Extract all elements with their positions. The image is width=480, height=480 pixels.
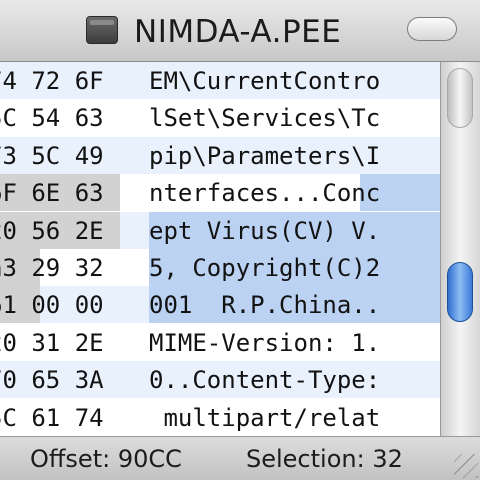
document-proxy-icon[interactable]	[86, 16, 118, 44]
ascii-text[interactable]: lSet\Services\Tc	[149, 101, 380, 135]
hex-bytes[interactable]: 61 00 00	[0, 288, 104, 322]
hex-content-area[interactable]: 74 72 6F EM\CurrentContro 5C 54 63 lSet\Ser…	[0, 62, 440, 436]
ascii-text[interactable]: ept Virus(CV) V.	[149, 214, 380, 248]
hex-row[interactable]: a3 29 32 5, Copyright(C)2	[0, 249, 440, 287]
hex-bytes[interactable]: 20 31 2E	[0, 326, 104, 360]
selection-readout: Selection: 32	[246, 445, 403, 473]
ascii-text[interactable]: MIME-Version: 1.	[149, 326, 380, 360]
window-title: NIMDA-A.PEE	[134, 14, 342, 50]
scrollbar-track-cap	[447, 68, 473, 128]
hex-row[interactable]: 74 72 6F EM\CurrentContro	[0, 62, 440, 100]
hex-row[interactable]: 61 00 00 001 R.P.China..	[0, 286, 440, 324]
hex-bytes[interactable]: 74 72 6F	[0, 64, 104, 98]
toolbar-toggle-button[interactable]	[407, 17, 457, 41]
offset-readout: Offset: 90CC	[30, 445, 182, 473]
hex-bytes[interactable]: 73 5C 49	[0, 139, 104, 173]
ascii-text[interactable]: EM\CurrentContro	[149, 64, 380, 98]
status-bar: Offset: 90CC Selection: 32	[0, 436, 480, 480]
hex-bytes[interactable]: 6F 6E 63	[0, 176, 104, 210]
hex-bytes[interactable]: 70 65 3A	[0, 363, 104, 397]
ascii-text[interactable]: nterfaces...Conc	[149, 176, 380, 210]
hex-row[interactable]: 5C 61 74 multipart/relat	[0, 398, 440, 436]
hex-editor-window: NIMDA-A.PEE 74 72 6FEM\CurrentContro5C 5…	[0, 0, 480, 480]
hex-row[interactable]: 73 5C 49 pip\Parameters\I	[0, 136, 440, 175]
hex-bytes[interactable]: a3 29 32	[0, 251, 104, 285]
title-bar[interactable]: NIMDA-A.PEE	[0, 0, 480, 62]
hex-bytes[interactable]: 5C 61 74	[0, 401, 104, 435]
ascii-text[interactable]: multipart/relat	[149, 401, 380, 435]
ascii-text[interactable]: 001 R.P.China..	[149, 288, 380, 322]
vertical-scrollbar[interactable]	[440, 62, 480, 436]
hex-row[interactable]: 20 31 2E MIME-Version: 1.	[0, 323, 440, 362]
scrollbar-thumb[interactable]	[447, 262, 473, 322]
hex-row[interactable]: 20 56 2E ept Virus(CV) V.	[0, 211, 440, 250]
hex-row[interactable]: 6F 6E 63 nterfaces...Conc	[0, 174, 440, 212]
hex-bytes[interactable]: 5C 54 63	[0, 101, 104, 135]
hex-row[interactable]: 70 65 3A 0..Content-Type:	[0, 361, 440, 399]
resize-grip-icon[interactable]	[454, 454, 478, 478]
ascii-text[interactable]: pip\Parameters\I	[149, 139, 380, 173]
ascii-text[interactable]: 0..Content-Type:	[149, 363, 380, 397]
ascii-text[interactable]: 5, Copyright(C)2	[149, 251, 380, 285]
hex-bytes[interactable]: 20 56 2E	[0, 214, 104, 248]
hex-row[interactable]: 5C 54 63 lSet\Services\Tc	[0, 99, 440, 137]
